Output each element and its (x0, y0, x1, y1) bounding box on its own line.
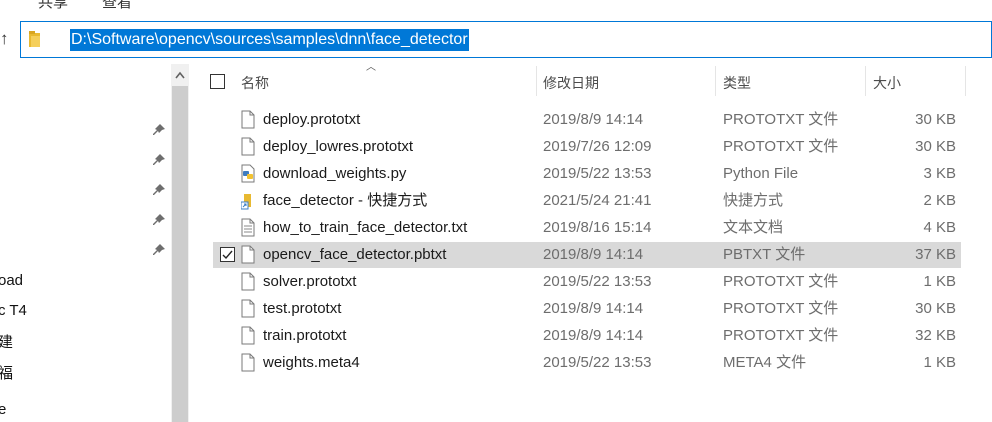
file-icon (241, 137, 255, 156)
file-type: PROTOTXT 文件 (723, 111, 839, 128)
folder-icon (29, 31, 40, 47)
file-icon (241, 326, 255, 345)
column-size[interactable]: 大小 (873, 73, 901, 93)
file-size: 1 KB (923, 273, 956, 290)
column-divider[interactable] (865, 66, 866, 96)
file-icon (241, 299, 255, 318)
address-bar[interactable]: D:\Software\opencv\sources\samples\dnn\f… (20, 21, 992, 58)
file-date: 2019/5/22 13:53 (543, 354, 652, 371)
file-type: PBTXT 文件 (723, 246, 806, 263)
row-checkbox[interactable] (220, 247, 235, 262)
column-name[interactable]: 名称 (241, 73, 269, 93)
file-size: 30 KB (915, 111, 956, 128)
file-date: 2019/7/26 12:09 (543, 138, 652, 155)
file-name[interactable]: solver.prototxt (263, 272, 356, 292)
file-size: 3 KB (923, 165, 956, 182)
file-row[interactable]: test.prototxt 2019/8/9 14:14 PROTOTXT 文件 30… (213, 296, 961, 322)
file-size: 2 KB (923, 192, 956, 209)
shortcut-icon (241, 194, 251, 210)
up-arrow-icon[interactable]: ↑ (0, 27, 16, 51)
file-name[interactable]: deploy_lowres.prototxt (263, 137, 413, 157)
column-date[interactable]: 修改日期 (543, 73, 599, 93)
file-row[interactable]: train.prototxt 2019/8/9 14:14 PROTOTXT 文件 3… (213, 323, 961, 349)
file-name[interactable]: how_to_train_face_detector.txt (263, 218, 467, 238)
file-row[interactable]: face_detector - 快捷方式 2021/5/24 21:41 快捷方式 2… (213, 188, 961, 214)
file-row[interactable]: how_to_train_face_detector.txt 2019/8/16 … (213, 215, 961, 241)
file-row[interactable]: opencv_face_detector.pbtxt 2019/8/9 14:14… (213, 242, 961, 268)
file-date: 2019/8/9 14:14 (543, 246, 644, 263)
file-type: PROTOTXT 文件 (723, 273, 839, 290)
text-file-icon (241, 218, 255, 237)
file-type: META4 文件 (723, 354, 807, 371)
pin-icon[interactable] (152, 183, 166, 197)
file-size: 30 KB (915, 300, 956, 317)
menu-strip: 共享 查看 (0, 0, 992, 12)
column-divider[interactable] (536, 66, 537, 96)
file-size: 4 KB (923, 219, 956, 236)
column-divider[interactable] (965, 66, 966, 96)
file-type: PROTOTXT 文件 (723, 327, 839, 344)
address-path[interactable]: D:\Software\opencv\sources\samples\dnn\f… (70, 29, 469, 51)
pin-icon[interactable] (152, 243, 166, 257)
file-date: 2021/5/24 21:41 (543, 192, 652, 209)
file-type: Python File (723, 165, 799, 182)
file-row[interactable]: weights.meta4 2019/5/22 13:53 META4 文件 1 KB (213, 350, 961, 376)
file-date: 2019/8/16 15:14 (543, 219, 652, 236)
python-file-icon (241, 164, 255, 183)
file-name[interactable]: test.prototxt (263, 299, 341, 319)
scroll-up-icon[interactable] (171, 64, 189, 86)
file-date: 2019/8/9 14:14 (543, 111, 644, 128)
file-date: 2019/5/22 13:53 (543, 273, 652, 290)
column-type[interactable]: 类型 (723, 73, 751, 93)
file-size: 37 KB (915, 246, 956, 263)
pin-icon[interactable] (152, 123, 166, 137)
file-name[interactable]: train.prototxt (263, 326, 346, 346)
file-row[interactable]: download_weights.py 2019/5/22 13:53 Python… (213, 161, 961, 187)
file-row[interactable]: deploy_lowres.prototxt 2019/7/26 12:09 PRO… (213, 134, 961, 160)
file-row[interactable]: deploy.prototxt 2019/8/9 14:14 PROTOTXT 文件… (213, 107, 961, 133)
file-type: 文本文档 (723, 219, 784, 236)
menu-share[interactable]: 共享 (38, 0, 68, 12)
nav-scrollbar[interactable] (171, 64, 189, 422)
file-type: PROTOTXT 文件 (723, 300, 839, 317)
pin-icon[interactable] (152, 213, 166, 227)
file-icon (241, 245, 255, 264)
file-icon (241, 110, 255, 129)
file-name[interactable]: face_detector - 快捷方式 (263, 191, 427, 211)
file-name[interactable]: weights.meta4 (263, 353, 360, 373)
select-all-checkbox[interactable] (210, 74, 225, 89)
file-type: 快捷方式 (723, 192, 784, 209)
file-icon (241, 272, 255, 291)
nav-item[interactable]: 福 (0, 362, 13, 383)
pin-icon[interactable] (152, 153, 166, 167)
file-icon (241, 353, 255, 372)
scroll-thumb[interactable] (172, 86, 188, 422)
column-divider[interactable] (715, 66, 716, 96)
nav-item[interactable]: e (0, 401, 6, 418)
nav-item[interactable]: 建 (0, 331, 13, 352)
file-name[interactable]: download_weights.py (263, 164, 406, 184)
nav-item[interactable]: oad (0, 272, 23, 289)
file-date: 2019/8/9 14:14 (543, 327, 644, 344)
nav-item[interactable]: c T4 (0, 302, 27, 319)
file-size: 32 KB (915, 327, 956, 344)
file-date: 2019/8/9 14:14 (543, 300, 644, 317)
file-date: 2019/5/22 13:53 (543, 165, 652, 182)
file-type: PROTOTXT 文件 (723, 138, 839, 155)
menu-view[interactable]: 查看 (102, 0, 132, 12)
file-name[interactable]: opencv_face_detector.pbtxt (263, 245, 446, 265)
file-name[interactable]: deploy.prototxt (263, 110, 360, 130)
column-header: 名称 修改日期 类型 大小 (200, 64, 992, 98)
file-size: 1 KB (923, 354, 956, 371)
navigation-pane: oad c T4 建 福 e (0, 64, 170, 422)
file-size: 30 KB (915, 138, 956, 155)
file-row[interactable]: solver.prototxt 2019/5/22 13:53 PROTOTXT 文… (213, 269, 961, 295)
